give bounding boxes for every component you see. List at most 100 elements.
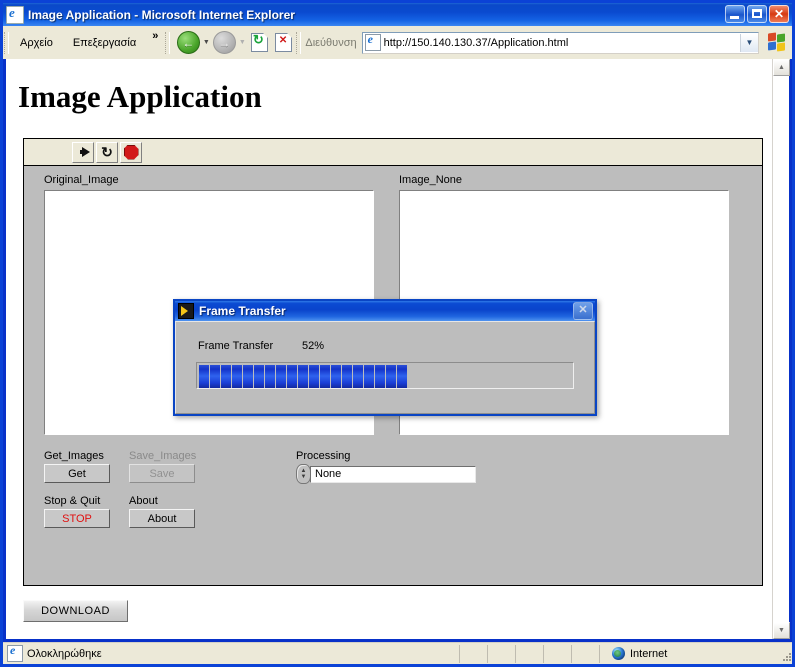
progress-bar	[196, 362, 574, 389]
status-panes: Internet	[459, 644, 774, 663]
address-url-text: http://150.140.130.37/Application.html	[383, 36, 569, 49]
progress-percent: 52%	[302, 340, 325, 352]
menu-overflow-chevron-icon[interactable]: »	[146, 30, 164, 42]
menu-item-edit[interactable]: Επεξεργασία	[64, 34, 145, 52]
page-title: Image Application	[18, 79, 262, 114]
progress-segment	[309, 365, 319, 388]
original-image-label: Original_Image	[44, 174, 119, 186]
progress-segment	[386, 365, 396, 388]
progress-segment	[276, 365, 286, 388]
progress-segment	[199, 365, 209, 388]
status-page-icon	[7, 643, 23, 662]
progress-segment	[353, 365, 363, 388]
status-pane	[571, 644, 599, 663]
stop-button[interactable]	[271, 31, 295, 55]
get-button[interactable]: Get	[44, 464, 110, 483]
refresh-button[interactable]	[247, 31, 271, 55]
navigation-toolbar: ← ▼ → ▼	[171, 26, 295, 59]
page-content: Image Application ↻ Original_Image Image…	[6, 59, 776, 639]
processing-label: Processing	[296, 450, 351, 462]
forward-dropdown-icon[interactable]: ▼	[237, 30, 247, 56]
about-button[interactable]: About	[129, 509, 195, 528]
address-input[interactable]: http://150.140.130.37/Application.html ▼	[361, 31, 759, 54]
status-pane	[515, 644, 543, 663]
close-button[interactable]	[769, 5, 789, 23]
status-pane	[459, 644, 487, 663]
progress-segment	[232, 365, 242, 388]
abort-button[interactable]	[120, 141, 142, 163]
labview-icon	[178, 303, 194, 319]
menu-item-file[interactable]: Αρχείο	[11, 34, 62, 52]
increment-decrement-icon[interactable]: ▲ ▼	[296, 464, 311, 484]
refresh-icon	[250, 32, 268, 52]
progress-segment	[375, 365, 385, 388]
dialog-close-button[interactable]: ✕	[573, 302, 593, 320]
dialog-body: Frame Transfer 52%	[175, 321, 595, 414]
save-images-label: Save_Images	[129, 450, 197, 462]
status-bar: Ολοκληρώθηκε Internet	[3, 642, 792, 664]
security-zone[interactable]: Internet	[599, 644, 774, 663]
run-arrow-icon	[80, 147, 90, 157]
window-controls	[725, 5, 789, 23]
stop-quit-label: Stop & Quit	[44, 495, 101, 507]
back-dropdown-icon[interactable]: ▼	[201, 30, 211, 56]
progress-segment	[342, 365, 352, 388]
window-title: Image Application - Microsoft Internet E…	[28, 7, 295, 22]
stop-icon	[274, 33, 292, 52]
maximize-button[interactable]	[747, 5, 767, 23]
run-button[interactable]	[72, 141, 94, 163]
progress-segment	[221, 365, 231, 388]
increment-down-arrow-icon: ▼	[300, 474, 307, 480]
browser-chrome: Αρχείο Επεξεργασία » ← ▼ → ▼ Διεύθυνση	[3, 26, 792, 59]
back-arrow-icon: ←	[182, 35, 195, 50]
progress-segment	[364, 365, 374, 388]
stop-button-control[interactable]: STOP	[44, 509, 110, 528]
run-continuously-icon: ↻	[101, 144, 113, 160]
save-button[interactable]: Save	[129, 464, 195, 483]
scroll-down-button[interactable]: ▼	[773, 622, 790, 639]
download-button[interactable]: DOWNLOAD	[23, 600, 128, 622]
progress-segment	[397, 365, 407, 388]
status-pane	[543, 644, 571, 663]
progress-segment	[265, 365, 275, 388]
processing-value[interactable]: None	[310, 465, 476, 483]
address-dropdown-icon[interactable]: ▼	[740, 33, 758, 52]
globe-icon	[612, 647, 625, 660]
address-bar: Διεύθυνση http://150.140.130.37/Applicat…	[302, 26, 762, 59]
forward-arrow-icon: →	[218, 35, 231, 50]
forward-button[interactable]: →	[211, 30, 237, 56]
menubar-grip[interactable]	[3, 26, 10, 59]
menubar: Αρχείο Επεξεργασία »	[10, 26, 164, 59]
windows-flag-logo	[762, 26, 792, 59]
progress-segment	[243, 365, 253, 388]
address-label: Διεύθυνση	[305, 36, 357, 49]
progress-segment	[298, 365, 308, 388]
abort-octagon-icon	[123, 144, 139, 160]
scroll-up-button[interactable]: ▲	[773, 59, 790, 76]
processed-image-label: Image_None	[399, 174, 462, 186]
browser-window: Image Application - Microsoft Internet E…	[0, 0, 795, 667]
progress-segment	[320, 365, 330, 388]
toolbar-grip[interactable]	[164, 26, 171, 59]
progress-caption: Frame Transfer	[198, 340, 274, 352]
frame-transfer-dialog: Frame Transfer ✕ Frame Transfer 52%	[173, 299, 597, 416]
status-pane	[487, 644, 515, 663]
dialog-titlebar: Frame Transfer ✕	[175, 301, 595, 321]
processing-ring-control[interactable]: ▲ ▼ None	[296, 464, 476, 484]
run-continuously-button[interactable]: ↻	[96, 141, 118, 163]
ie-page-icon	[6, 5, 24, 24]
about-label: About	[129, 495, 158, 507]
applet-toolbar: ↻	[24, 139, 762, 166]
resize-grip[interactable]	[776, 646, 792, 662]
progress-segment	[210, 365, 220, 388]
back-button[interactable]: ←	[175, 30, 201, 56]
address-page-icon	[364, 32, 381, 51]
status-text: Ολοκληρώθηκε	[27, 647, 102, 660]
progress-segment	[254, 365, 264, 388]
page-scrollbar[interactable]: ▲ ▼	[772, 59, 790, 639]
minimize-button[interactable]	[725, 5, 745, 23]
progress-bar-fill	[199, 365, 408, 388]
addressbar-grip[interactable]	[295, 26, 302, 59]
progress-segment	[287, 365, 297, 388]
get-images-label: Get_Images	[44, 450, 104, 462]
